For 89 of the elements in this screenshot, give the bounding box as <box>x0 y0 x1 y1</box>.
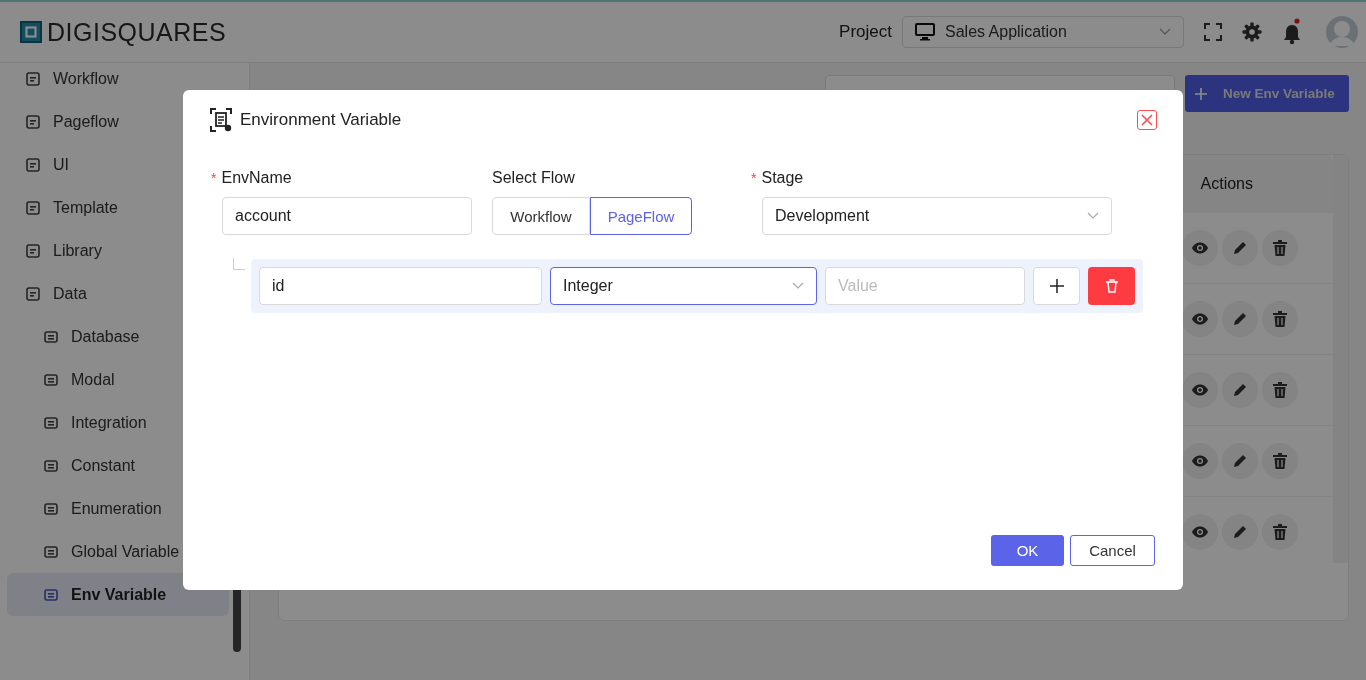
sidebar-item[interactable]: Database <box>7 315 229 358</box>
menu-item-icon <box>43 457 59 474</box>
tree-connector <box>233 258 245 270</box>
column-header: Actions <box>1200 175 1253 193</box>
add-button[interactable] <box>1033 267 1080 305</box>
trash-icon <box>1273 240 1287 256</box>
edit-button[interactable] <box>1222 301 1258 337</box>
pencil-icon <box>1232 524 1248 540</box>
edit-button[interactable] <box>1222 372 1258 408</box>
sidebar-item[interactable]: Data <box>7 272 229 315</box>
menu-item-icon <box>25 242 41 259</box>
type-select[interactable]: Integer <box>550 267 817 305</box>
variable-icon <box>210 108 232 132</box>
pencil-icon <box>1232 311 1248 327</box>
sidebar-item[interactable]: Integration <box>7 401 229 444</box>
menu-item-icon <box>25 70 41 87</box>
flow-option[interactable]: Workflow <box>492 197 590 235</box>
eye-icon <box>1191 384 1209 396</box>
delete-button[interactable] <box>1262 230 1298 266</box>
plus-icon <box>1195 87 1207 100</box>
view-button[interactable] <box>1182 301 1218 337</box>
menu-item-icon <box>43 586 59 603</box>
trash-icon <box>1273 311 1287 327</box>
chevron-down-icon <box>1087 212 1099 220</box>
trash-icon <box>1273 453 1287 469</box>
view-button[interactable] <box>1182 230 1218 266</box>
project-select[interactable]: Sales Application <box>902 16 1184 48</box>
view-button[interactable] <box>1182 443 1218 479</box>
trash-icon <box>1273 382 1287 398</box>
view-button[interactable] <box>1182 514 1218 550</box>
edit-button[interactable] <box>1222 443 1258 479</box>
required-mark: * <box>211 170 217 186</box>
chevron-down-icon <box>1159 28 1171 36</box>
flow-option[interactable]: PageFlow <box>590 197 692 235</box>
plus-icon <box>1049 279 1064 293</box>
menu-item-icon <box>43 543 59 560</box>
delete-button[interactable] <box>1262 514 1298 550</box>
edit-button[interactable] <box>1222 230 1258 266</box>
view-button[interactable] <box>1182 372 1218 408</box>
pencil-icon <box>1232 382 1248 398</box>
sidebar-item[interactable]: Pageflow <box>7 100 229 143</box>
delete-button[interactable] <box>1262 372 1298 408</box>
menu-item-icon <box>25 285 41 302</box>
fullscreen-icon[interactable] <box>1204 23 1222 41</box>
close-button[interactable] <box>1137 110 1157 130</box>
sidebar-item[interactable]: Constant <box>7 444 229 487</box>
logo-text: DIGISQUARES <box>47 17 227 47</box>
value-field[interactable]: Value <box>825 267 1025 305</box>
close-icon <box>1141 114 1153 126</box>
variable-name-field[interactable]: id <box>259 267 542 305</box>
stage-select[interactable]: Development <box>762 197 1112 235</box>
sidebar-item[interactable]: Global Variable <box>7 530 229 573</box>
logo-icon <box>20 21 42 43</box>
project-label: Project <box>839 22 892 42</box>
delete-button[interactable] <box>1262 443 1298 479</box>
menu-item-icon <box>25 199 41 216</box>
dialog-title: Environment Variable <box>240 110 403 130</box>
delete-button[interactable] <box>1088 267 1135 305</box>
chevron-down-icon <box>792 282 804 290</box>
field-label: Select Flow <box>492 169 575 187</box>
ok-button[interactable]: OK <box>991 535 1064 566</box>
env-name-field[interactable]: account <box>222 197 472 235</box>
trash-icon <box>1273 524 1287 540</box>
menu-item-icon <box>43 500 59 517</box>
bell-icon[interactable] <box>1282 18 1302 46</box>
eye-icon <box>1191 242 1209 254</box>
cancel-button[interactable]: Cancel <box>1070 535 1155 566</box>
pencil-icon <box>1232 453 1248 469</box>
sidebar-item[interactable]: Workflow <box>7 63 229 100</box>
eye-icon <box>1191 526 1209 538</box>
sidebar-item[interactable]: Modal <box>7 358 229 401</box>
settings-icon[interactable] <box>1242 22 1262 42</box>
menu-item-icon <box>43 328 59 345</box>
required-mark: * <box>751 170 757 186</box>
trash-icon <box>1105 279 1118 293</box>
monitor-icon <box>915 23 935 41</box>
sidebar-item[interactable]: Enumeration <box>7 487 229 530</box>
menu-item-icon <box>43 414 59 431</box>
pencil-icon <box>1232 240 1248 256</box>
eye-icon <box>1191 455 1209 467</box>
field-label: EnvName <box>221 169 292 187</box>
field-label: Stage <box>761 169 804 187</box>
menu-item-icon <box>43 371 59 388</box>
menu-item-icon <box>25 113 41 130</box>
edit-button[interactable] <box>1222 514 1258 550</box>
delete-button[interactable] <box>1262 301 1298 337</box>
sidebar-item[interactable]: Env Variable <box>7 573 229 616</box>
menu-item-icon <box>25 156 41 173</box>
eye-icon <box>1191 313 1209 325</box>
